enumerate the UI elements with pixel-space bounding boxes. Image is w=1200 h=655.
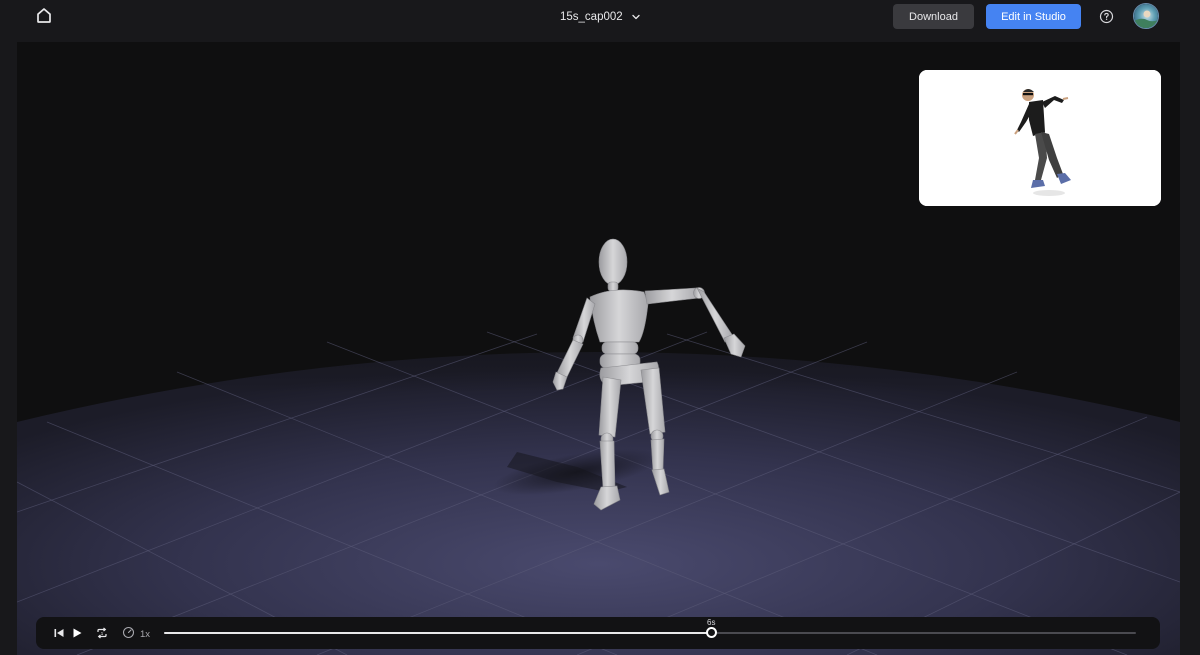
home-icon[interactable]: [34, 5, 54, 25]
reference-video-thumbnail[interactable]: [919, 70, 1161, 206]
timeline-scrubber[interactable]: 6s: [164, 618, 1136, 638]
timeline-progress: [164, 632, 712, 634]
loop-icon[interactable]: 1: [94, 625, 110, 641]
edit-in-studio-button[interactable]: Edit in Studio: [986, 4, 1081, 29]
user-avatar[interactable]: [1133, 3, 1159, 29]
speed-icon: [122, 626, 135, 642]
speed-label: 1x: [140, 628, 151, 640]
reference-dancer-image: [919, 70, 1161, 206]
play-icon[interactable]: [69, 625, 85, 641]
file-name: 15s_cap002: [560, 11, 623, 23]
svg-text:1: 1: [101, 631, 104, 636]
file-name-dropdown[interactable]: 15s_cap002: [560, 8, 641, 26]
playback-speed-control[interactable]: 1x: [122, 626, 150, 642]
timeline-thumb[interactable]: [706, 627, 718, 638]
player-controls: 1 1x 6s: [36, 617, 1160, 649]
skip-back-icon[interactable]: [51, 625, 67, 641]
help-circle-icon[interactable]: [1098, 8, 1115, 25]
download-button[interactable]: Download: [893, 4, 974, 29]
current-time-label: 6s: [707, 618, 716, 627]
chevron-down-icon: [631, 12, 641, 22]
top-bar: 15s_cap002 Download Edit in Studio: [0, 0, 1200, 34]
